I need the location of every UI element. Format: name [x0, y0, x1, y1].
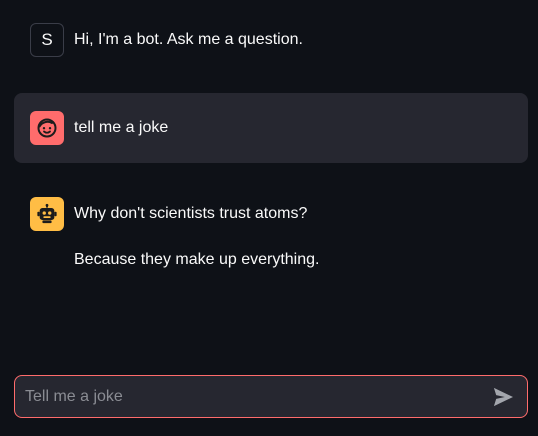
message-content: tell me a joke	[74, 117, 168, 139]
send-icon	[493, 387, 513, 406]
message-text: Why don't scientists trust atoms?	[74, 205, 308, 222]
chat-message-assistant: S Hi, I'm a bot. Ask me a question.	[14, 23, 528, 57]
assistant-avatar-letter: S	[41, 30, 53, 49]
chat-input[interactable]	[15, 376, 483, 417]
chat-message-user: tell me a joke	[14, 93, 528, 163]
message-content: Why don't scientists trust atoms? Becaus…	[74, 197, 319, 271]
assistant-avatar: S	[30, 23, 64, 57]
message-text: tell me a joke	[74, 119, 169, 136]
chat-message-assistant: Why don't scientists trust atoms? Becaus…	[14, 197, 528, 271]
smiling-face-icon	[37, 118, 57, 138]
message-content: Hi, I'm a bot. Ask me a question.	[74, 23, 303, 51]
robot-icon	[37, 203, 57, 224]
send-button[interactable]	[483, 377, 523, 417]
assistant-avatar	[30, 197, 64, 231]
message-text: Because they make up everything.	[74, 251, 320, 268]
user-avatar	[30, 111, 64, 145]
chat-input-container	[14, 375, 528, 418]
message-text: Hi, I'm a bot. Ask me a question.	[74, 31, 303, 48]
